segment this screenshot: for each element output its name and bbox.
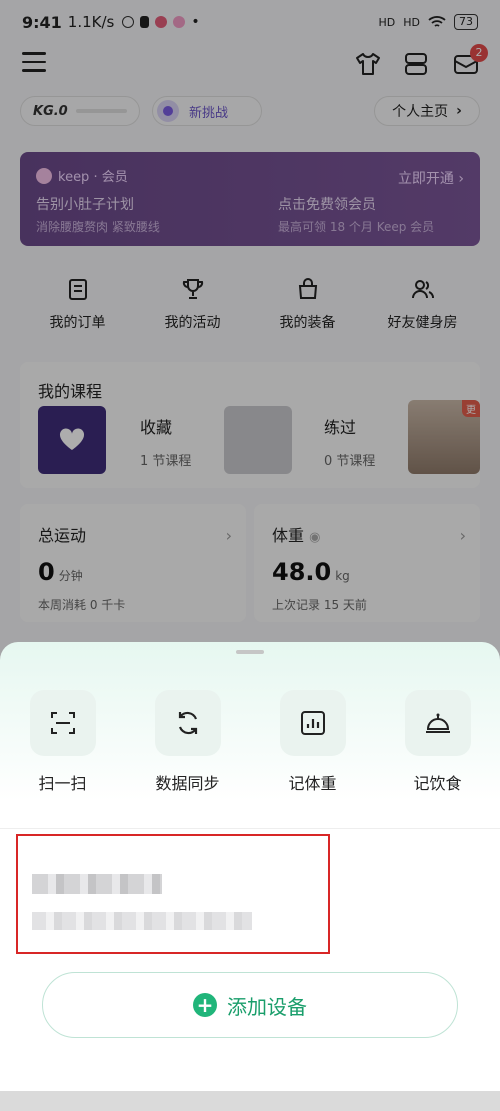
sync-icon [178,711,197,735]
divider [0,828,500,829]
food-icon-box [404,690,471,756]
device-bottom-sheet: 扫一扫 数据同步 记体重 记饮食 + 添加设备 [0,642,500,1111]
add-device-label: 添加设备 [227,994,307,1019]
device-info-redacted [32,912,252,930]
record-weight-button[interactable]: 记体重 [250,690,375,794]
action-label: 扫一扫 [38,774,87,793]
device-name-redacted [32,874,162,894]
device-item-highlighted[interactable] [16,834,330,954]
plus-icon: + [193,993,217,1017]
action-label: 数据同步 [155,774,220,793]
record-diet-button[interactable]: 记饮食 [375,690,500,794]
add-device-button[interactable]: + 添加设备 [42,972,458,1038]
food-cover-icon [425,713,450,733]
scan-icon [50,712,75,734]
sheet-drag-handle[interactable] [236,650,264,654]
action-label: 记饮食 [413,774,462,793]
scan-icon-box [29,690,96,756]
sheet-actions: 扫一扫 数据同步 记体重 记饮食 [0,690,500,794]
navigation-bar [0,1091,500,1111]
data-sync-button[interactable]: 数据同步 [125,690,250,794]
scan-button[interactable]: 扫一扫 [0,690,125,794]
chart-icon-box [279,690,346,756]
chart-icon [300,711,325,735]
action-label: 记体重 [288,774,337,793]
sync-icon-box [154,690,221,756]
